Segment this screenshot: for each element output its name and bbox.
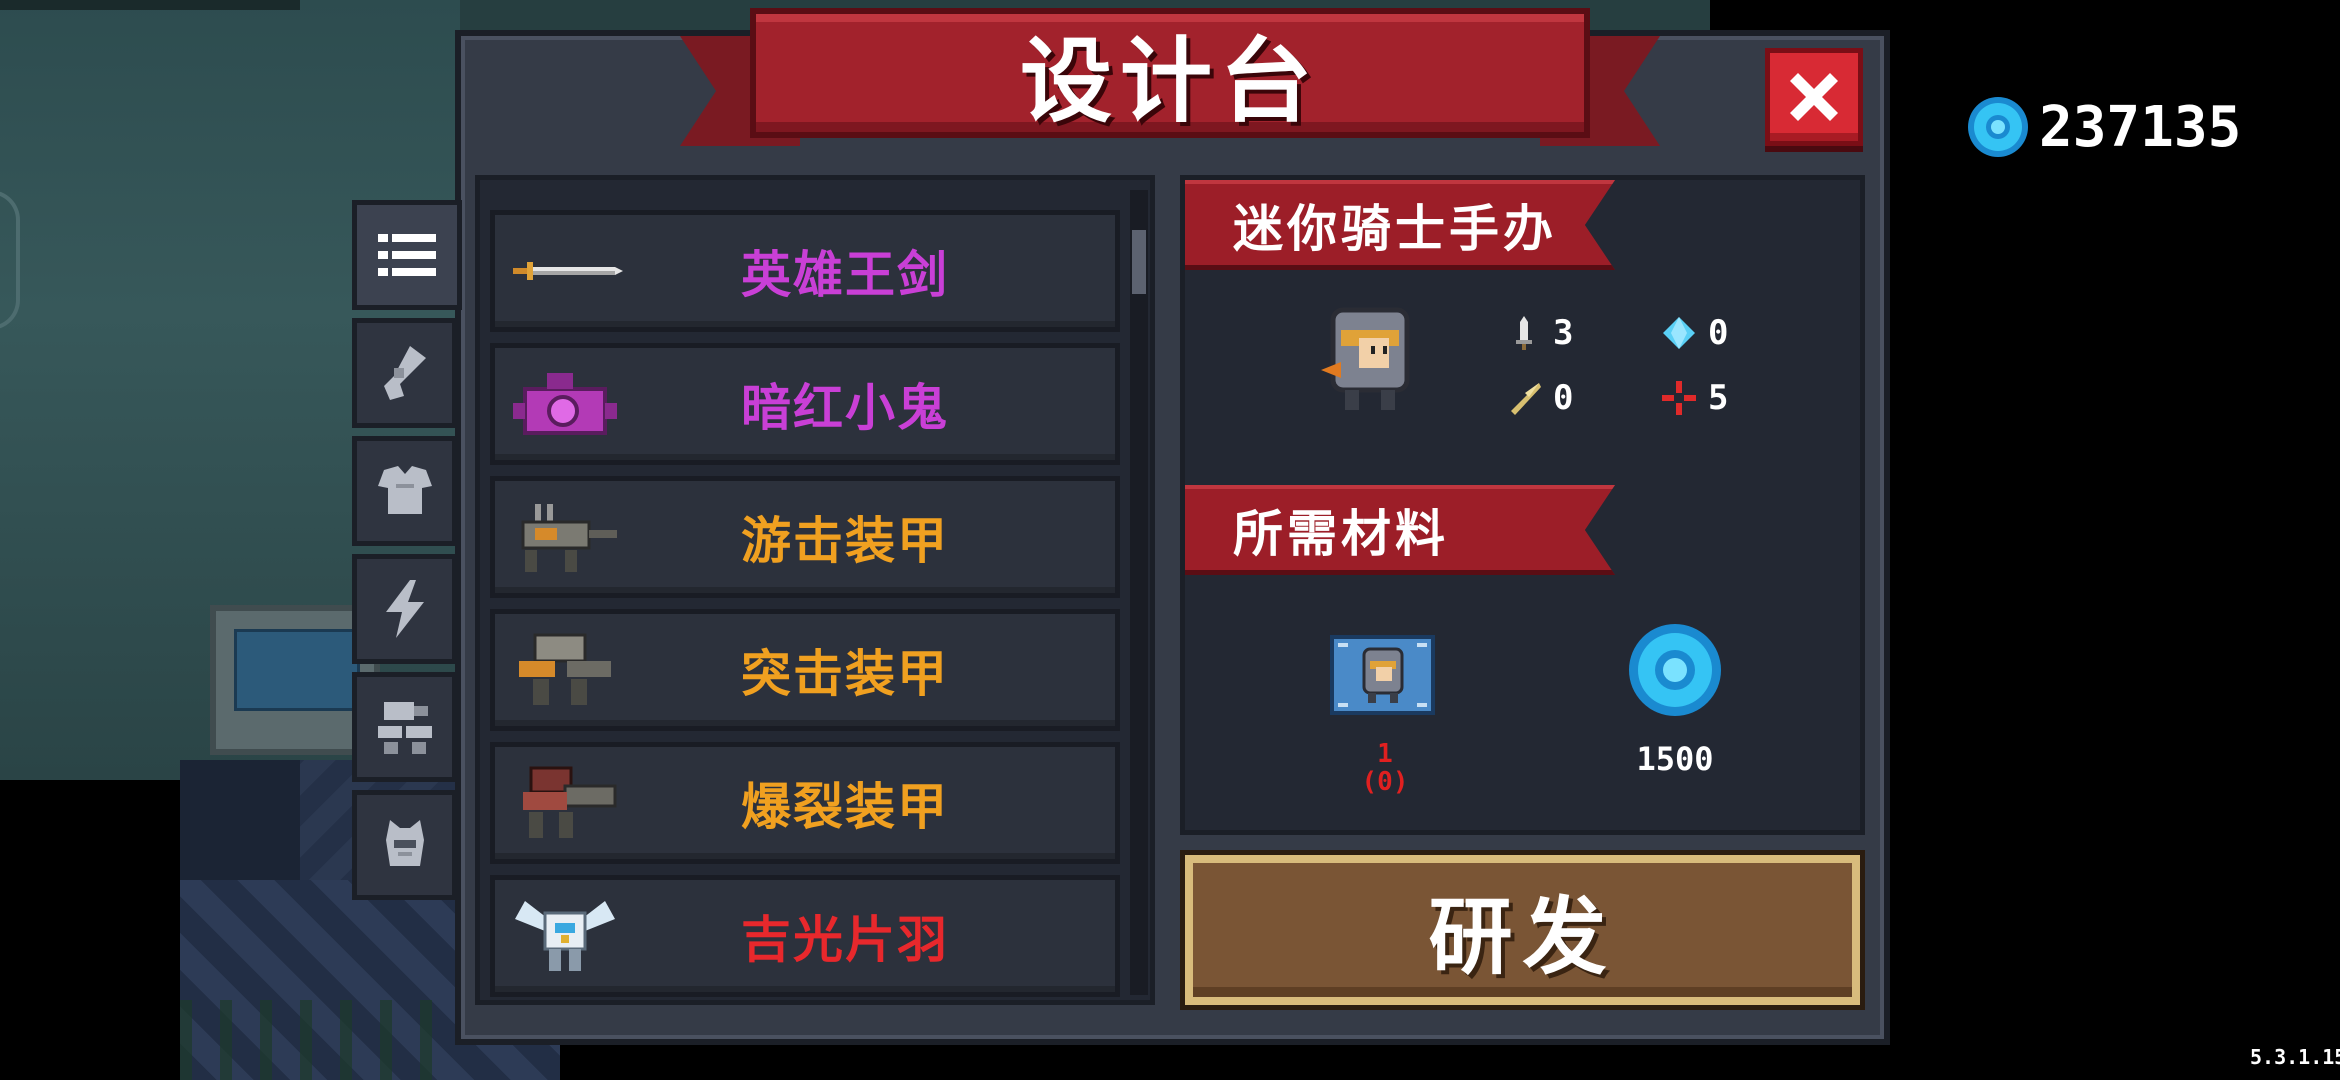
gem-count: 237135: [2039, 94, 2242, 160]
gem-cost: 1500: [1636, 740, 1714, 778]
tab-weapons[interactable]: [352, 318, 457, 428]
sword-icon: [513, 262, 623, 280]
blueprint-required-qty: 1: [1377, 739, 1393, 769]
list-item[interactable]: 英雄王剑: [490, 210, 1120, 332]
list-scrollbar[interactable]: [1130, 190, 1148, 995]
dagger-icon: [1516, 316, 1532, 350]
camera-robot-icon: [513, 373, 617, 435]
item-label: 英雄王剑: [741, 246, 949, 304]
list-item[interactable]: 突击装甲: [490, 609, 1120, 731]
item-label: 吉光片羽: [741, 911, 949, 969]
item-label: 突击装甲: [741, 645, 949, 703]
item-label: 暗红小鬼: [741, 379, 949, 437]
stat-value: 5: [1708, 378, 1729, 418]
vines: [180, 1000, 440, 1080]
stat-value: 0: [1553, 378, 1574, 418]
item-label: 爆裂装甲: [741, 778, 949, 836]
mech-icon: [377, 702, 432, 754]
materials-ribbon: 所需材料: [1185, 485, 1615, 575]
item-thumbnail: [495, 748, 635, 858]
blueprint-owned-qty: (0): [1361, 767, 1409, 797]
burst-mech-icon: [523, 766, 617, 838]
blue-gem-icon: [1968, 97, 2028, 157]
blueprint-icon: [1330, 635, 1435, 715]
tab-skills[interactable]: [352, 554, 457, 664]
tab-armor[interactable]: [352, 436, 457, 546]
item-thumbnail: [495, 881, 635, 991]
stat-value: 0: [1708, 313, 1729, 353]
guerrilla-mech-icon: [521, 504, 617, 572]
item-thumbnail: [495, 615, 635, 725]
winged-mech-icon: [515, 901, 615, 971]
close-icon: [1790, 73, 1838, 121]
monitor-screen: [234, 629, 360, 711]
tab-pets[interactable]: [352, 790, 457, 900]
needle-icon: [1511, 383, 1541, 415]
materials-label: 所需材料: [1233, 504, 1449, 563]
category-tabs: [352, 200, 462, 900]
stat-energy: 0: [1660, 313, 1728, 353]
stat-value: 3: [1553, 313, 1574, 353]
blue-gem-icon: [1629, 624, 1721, 716]
tab-list[interactable]: [352, 200, 462, 310]
assault-mech-icon: [519, 633, 611, 705]
version-label: 5.3.1.15: [2250, 1045, 2340, 1069]
stat-attack: 3: [1505, 313, 1573, 353]
blueprint-requirement: 1 (0): [1330, 740, 1440, 796]
list-item[interactable]: 暗红小鬼: [490, 343, 1120, 465]
armor-icon: [377, 466, 432, 514]
knight-figure-icon: [1321, 307, 1410, 410]
gem-counter: 237135: [1965, 92, 2241, 162]
list-item[interactable]: 游击装甲: [490, 476, 1120, 598]
crosshair-icon: [1662, 381, 1696, 415]
page-title: 设计台: [1019, 27, 1320, 135]
item-detail-panel: 迷你骑士手办 3 0 0 5 所需材料 1 (0) 1500: [1180, 175, 1865, 835]
item-thumbnail: [495, 216, 635, 326]
diamond-icon: [1663, 317, 1695, 349]
item-thumbnail: [495, 482, 635, 592]
item-label: 游击装甲: [741, 512, 949, 570]
develop-button[interactable]: 研发: [1180, 850, 1865, 1010]
close-button[interactable]: [1765, 48, 1863, 146]
tab-mechs[interactable]: [352, 672, 457, 782]
list-item[interactable]: 爆裂装甲: [490, 742, 1120, 864]
develop-label: 研发: [1428, 887, 1617, 986]
gun-icon: [383, 346, 426, 400]
list-item[interactable]: 吉光片羽: [490, 875, 1120, 997]
banner-main: 设计台: [750, 8, 1590, 138]
floor-marking: [0, 190, 20, 330]
stat-accuracy: 5: [1660, 378, 1728, 418]
item-thumbnail: [495, 349, 635, 459]
item-name-ribbon: 迷你骑士手办: [1185, 180, 1615, 270]
floor-gap: [180, 760, 300, 880]
blueprint-list[interactable]: 英雄王剑 暗红小鬼 游击装甲 突击装甲 爆裂装甲 吉光片羽: [475, 175, 1155, 1005]
stat-crit: 0: [1505, 378, 1573, 418]
lightning-icon: [385, 580, 424, 638]
title-banner: 设计台: [680, 0, 1660, 160]
pet-icon: [385, 820, 424, 866]
list-icon: [378, 234, 436, 276]
scroll-thumb[interactable]: [1132, 230, 1146, 294]
wall-edge: [0, 0, 300, 10]
item-name: 迷你骑士手办: [1233, 199, 1557, 258]
